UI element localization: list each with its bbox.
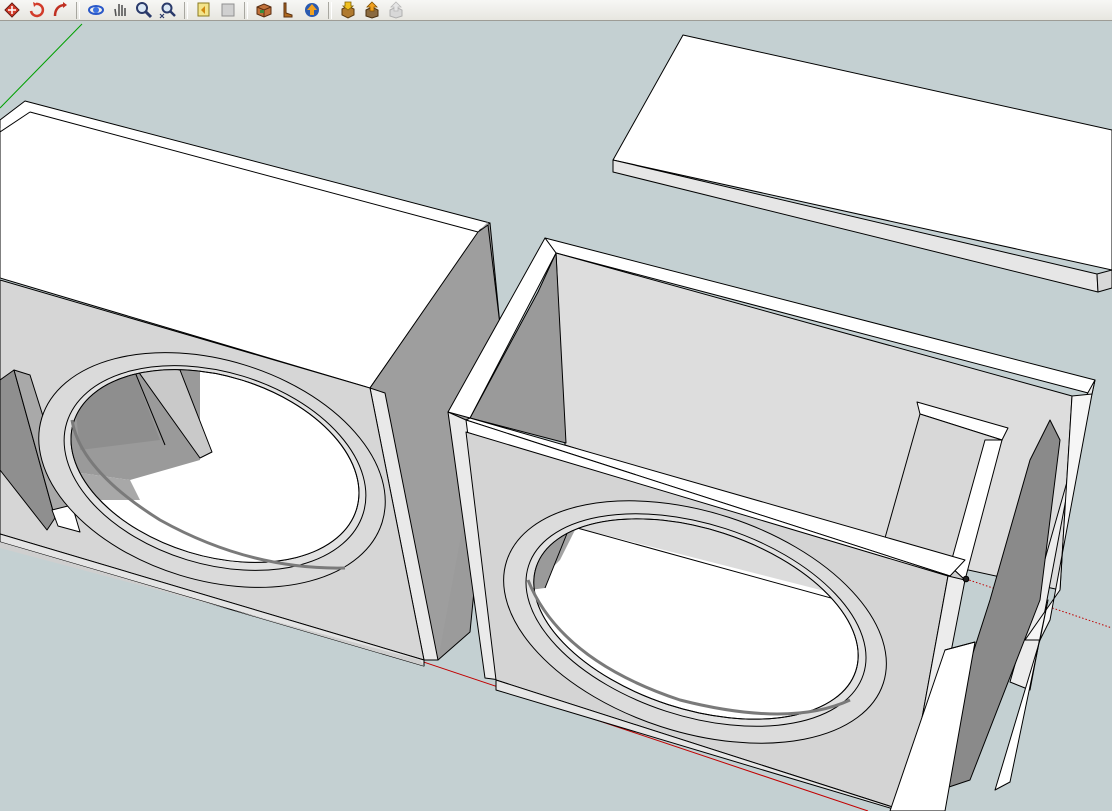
loose-top-panel[interactable] [612, 34, 1112, 293]
components-button[interactable] [252, 0, 276, 20]
previous-view-button[interactable] [192, 0, 216, 20]
move-tool-button[interactable] [0, 0, 24, 20]
previous-view-icon [197, 2, 210, 17]
rotate-tool-button[interactable] [24, 0, 48, 20]
rotate-icon [29, 2, 45, 18]
zoom-extents-icon [159, 2, 176, 19]
walk-icon [283, 2, 293, 18]
zoom-extents-button[interactable] [156, 0, 180, 20]
toolbar-separator [76, 1, 80, 19]
model-scene [0, 23, 1112, 811]
share-model-button[interactable] [360, 0, 384, 20]
share-component-button[interactable] [336, 0, 360, 20]
follow-me-icon [53, 2, 67, 17]
toolbar-separator [244, 1, 248, 19]
get-models-button[interactable] [300, 0, 324, 20]
toolbar [0, 0, 1112, 21]
left-enclosure-box[interactable] [0, 100, 501, 667]
pan-hand-icon [114, 4, 126, 17]
follow-me-tool-button[interactable] [48, 0, 72, 20]
walk-tool-button[interactable] [276, 0, 300, 20]
modeling-viewport[interactable] [0, 21, 1112, 811]
toolbar-separator [328, 1, 332, 19]
zoom-icon [136, 2, 153, 19]
share-model-icon [365, 1, 379, 19]
toolbar-separator [184, 1, 188, 19]
endpoint-inference-dot [962, 575, 970, 583]
next-view-button[interactable] [216, 0, 240, 20]
move-arrows-icon [4, 2, 20, 18]
orbit-tool-button[interactable] [84, 0, 108, 20]
orbit-icon [88, 5, 104, 15]
zoom-tool-button[interactable] [132, 0, 156, 20]
upload-disabled-icon [389, 1, 403, 19]
upload-button[interactable] [384, 0, 408, 20]
right-enclosure-box[interactable] [447, 237, 1096, 811]
share-component-icon [341, 1, 355, 19]
component-box-icon [256, 3, 272, 18]
next-view-icon [221, 3, 235, 17]
green-axis [0, 23, 83, 109]
warehouse-icon [305, 3, 319, 17]
pan-tool-button[interactable] [108, 0, 132, 20]
